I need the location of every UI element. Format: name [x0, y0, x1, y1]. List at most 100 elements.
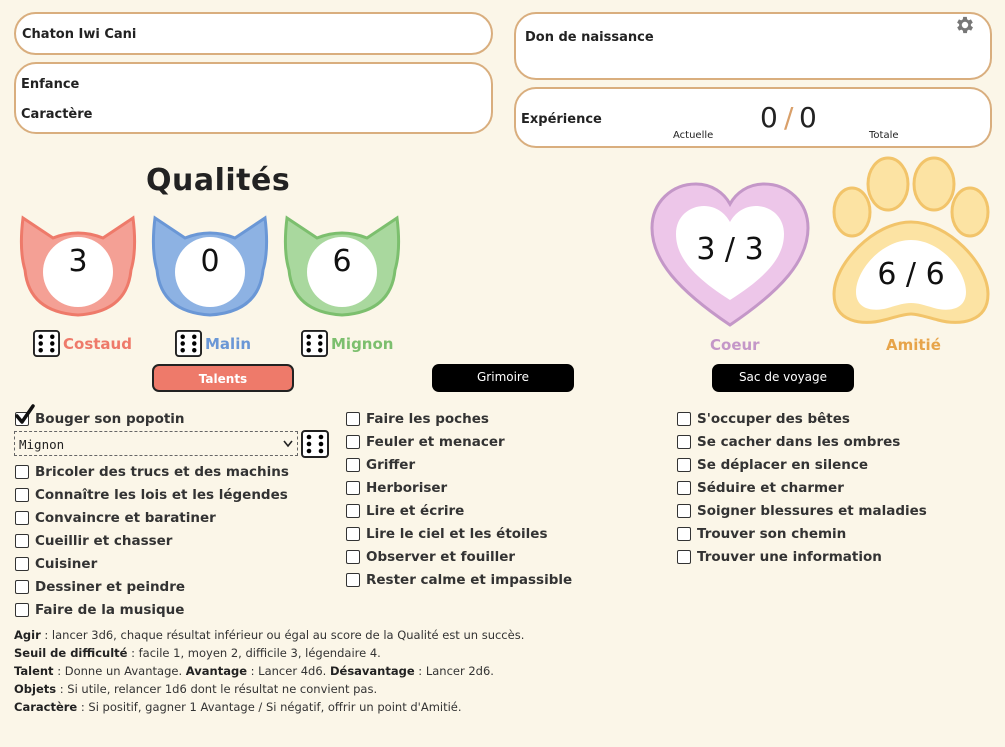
quality-name-costaud: Costaud: [63, 334, 132, 353]
talent-item[interactable]: Observer et fouiller: [346, 549, 515, 565]
talent-item[interactable]: Se cacher dans les ombres: [677, 434, 900, 450]
quality-value[interactable]: 6: [279, 244, 405, 279]
talent-item[interactable]: Soigner blessures et maladies: [677, 503, 927, 519]
rule-caractere: Caractère : Si positif, gagner 1 Avantag…: [14, 700, 462, 714]
talent-checkbox[interactable]: [677, 550, 691, 564]
quality-value[interactable]: 0: [147, 244, 273, 279]
experience-current-caption: Actuelle: [673, 130, 714, 141]
quality-select[interactable]: Mignon: [14, 431, 298, 456]
talent-label: Se déplacer en silence: [697, 457, 868, 473]
tab-talents[interactable]: Talents: [152, 364, 294, 392]
talent-label: Convaincre et baratiner: [35, 510, 216, 526]
talent-label: S'occuper des bêtes: [697, 411, 850, 427]
talent-checkbox[interactable]: [677, 435, 691, 449]
talent-checkbox[interactable]: [677, 481, 691, 495]
talent-checkbox[interactable]: [15, 603, 29, 617]
talent-item[interactable]: Faire de la musique: [15, 602, 184, 618]
tab-grimoire[interactable]: Grimoire: [432, 364, 574, 392]
quality-costaud-badge[interactable]: 3: [15, 200, 141, 320]
talent-checkbox[interactable]: [346, 412, 360, 426]
dice-six-icon[interactable]: [175, 330, 202, 357]
talent-checkbox[interactable]: [677, 412, 691, 426]
talent-checkbox[interactable]: [677, 458, 691, 472]
amitie-gauge[interactable]: 6 / 6: [828, 154, 994, 330]
talent-checkbox[interactable]: [346, 458, 360, 472]
talent-item[interactable]: Dessiner et peindre: [15, 579, 185, 595]
experience-total[interactable]: 0: [799, 101, 817, 134]
talent-item[interactable]: Bricoler des trucs et des machins: [15, 464, 289, 480]
experience-current[interactable]: 0: [760, 101, 778, 134]
talent-label: Séduire et charmer: [697, 480, 844, 496]
talent-label: Herboriser: [366, 480, 448, 496]
talent-checkbox[interactable]: [346, 550, 360, 564]
talent-item[interactable]: Cueillir et chasser: [15, 533, 172, 549]
experience-separator: /: [784, 101, 794, 134]
talent-checkbox[interactable]: [346, 504, 360, 518]
talent-checkbox[interactable]: [346, 573, 360, 587]
gear-icon[interactable]: [954, 14, 976, 36]
talent-checkbox[interactable]: [15, 465, 29, 479]
coeur-label: Coeur: [710, 336, 760, 354]
talent-item[interactable]: Rester calme et impassible: [346, 572, 572, 588]
talent-label: Cuisiner: [35, 556, 98, 572]
dice-six-icon[interactable]: [301, 430, 329, 458]
enfance-caractere-box[interactable]: Enfance Caractère: [14, 62, 493, 134]
talent-label: Dessiner et peindre: [35, 579, 186, 595]
talent-checkbox[interactable]: [346, 435, 360, 449]
quality-malin-badge[interactable]: 0: [147, 200, 273, 320]
quality-mignon-row: Mignon: [301, 330, 393, 357]
quality-name-malin: Malin: [205, 334, 252, 353]
coeur-gauge[interactable]: 3 / 3: [648, 180, 812, 330]
quality-value[interactable]: 3: [15, 244, 141, 279]
talent-checkbox[interactable]: [15, 557, 29, 571]
talent-checkbox[interactable]: [15, 580, 29, 594]
talent-item[interactable]: Connaître les lois et les légendes: [15, 487, 288, 503]
talent-checkbox[interactable]: [677, 504, 691, 518]
talent-item[interactable]: S'occuper des bêtes: [677, 411, 850, 427]
talent-checkbox[interactable]: [346, 527, 360, 541]
talent-item[interactable]: Séduire et charmer: [677, 480, 844, 496]
talent-checkbox[interactable]: [15, 488, 29, 502]
talent-checkbox[interactable]: [15, 534, 29, 548]
talent-checkbox[interactable]: [15, 511, 29, 525]
talent-label: Lire le ciel et les étoiles: [366, 526, 548, 542]
caractere-label: Caractère: [21, 107, 93, 122]
talent-item[interactable]: Lire le ciel et les étoiles: [346, 526, 548, 542]
talent-label: Feuler et menacer: [366, 434, 505, 450]
quality-select-value: Mignon: [19, 437, 65, 452]
rule-objets: Objets : Si utile, relancer 1d6 dont le …: [14, 682, 378, 696]
experience-box[interactable]: Expérience 0 / 0 Actuelle Totale: [514, 87, 992, 148]
talent-label: Soigner blessures et maladies: [697, 503, 927, 519]
coeur-value[interactable]: 3 / 3: [648, 232, 812, 267]
talent-label: Griffer: [366, 457, 416, 473]
talent-item[interactable]: Cuisiner: [15, 556, 97, 572]
don-de-naissance-box[interactable]: Don de naissance: [514, 12, 992, 80]
name-field[interactable]: Chaton Iwi Cani: [14, 12, 493, 55]
talent-label: Lire et écrire: [366, 503, 465, 519]
experience-total-caption: Totale: [869, 130, 899, 141]
quality-mignon-badge[interactable]: 6: [279, 200, 405, 320]
enfance-label: Enfance: [21, 77, 80, 92]
tab-sac-de-voyage[interactable]: Sac de voyage: [712, 364, 854, 392]
talent-item[interactable]: Trouver une information: [677, 549, 882, 565]
talent-label: Trouver son chemin: [697, 526, 847, 542]
dice-six-icon[interactable]: [301, 330, 328, 357]
talent-checkbox[interactable]: [346, 481, 360, 495]
talent-item[interactable]: Lire et écrire: [346, 503, 464, 519]
talent-item[interactable]: Se déplacer en silence: [677, 457, 868, 473]
talent-item[interactable]: Convaincre et baratiner: [15, 510, 216, 526]
talent-item[interactable]: Griffer: [346, 457, 415, 473]
talent-item[interactable]: Feuler et menacer: [346, 434, 505, 450]
amitie-label: Amitié: [886, 336, 941, 354]
talent-label: Faire les poches: [366, 411, 489, 427]
dice-six-icon[interactable]: [33, 330, 60, 357]
talent-item[interactable]: Faire les poches: [346, 411, 489, 427]
talent-label: Connaître les lois et les légendes: [35, 487, 288, 503]
rule-seuil: Seuil de difficulté : facile 1, moyen 2,…: [14, 646, 381, 660]
talent-item[interactable]: Trouver son chemin: [677, 526, 846, 542]
talent-checkbox[interactable]: [677, 527, 691, 541]
talent-item[interactable]: Herboriser: [346, 480, 447, 496]
talent-item[interactable]: Bouger son popotin: [15, 404, 185, 427]
amitie-value[interactable]: 6 / 6: [828, 257, 994, 292]
talent-checkbox[interactable]: [15, 404, 35, 426]
